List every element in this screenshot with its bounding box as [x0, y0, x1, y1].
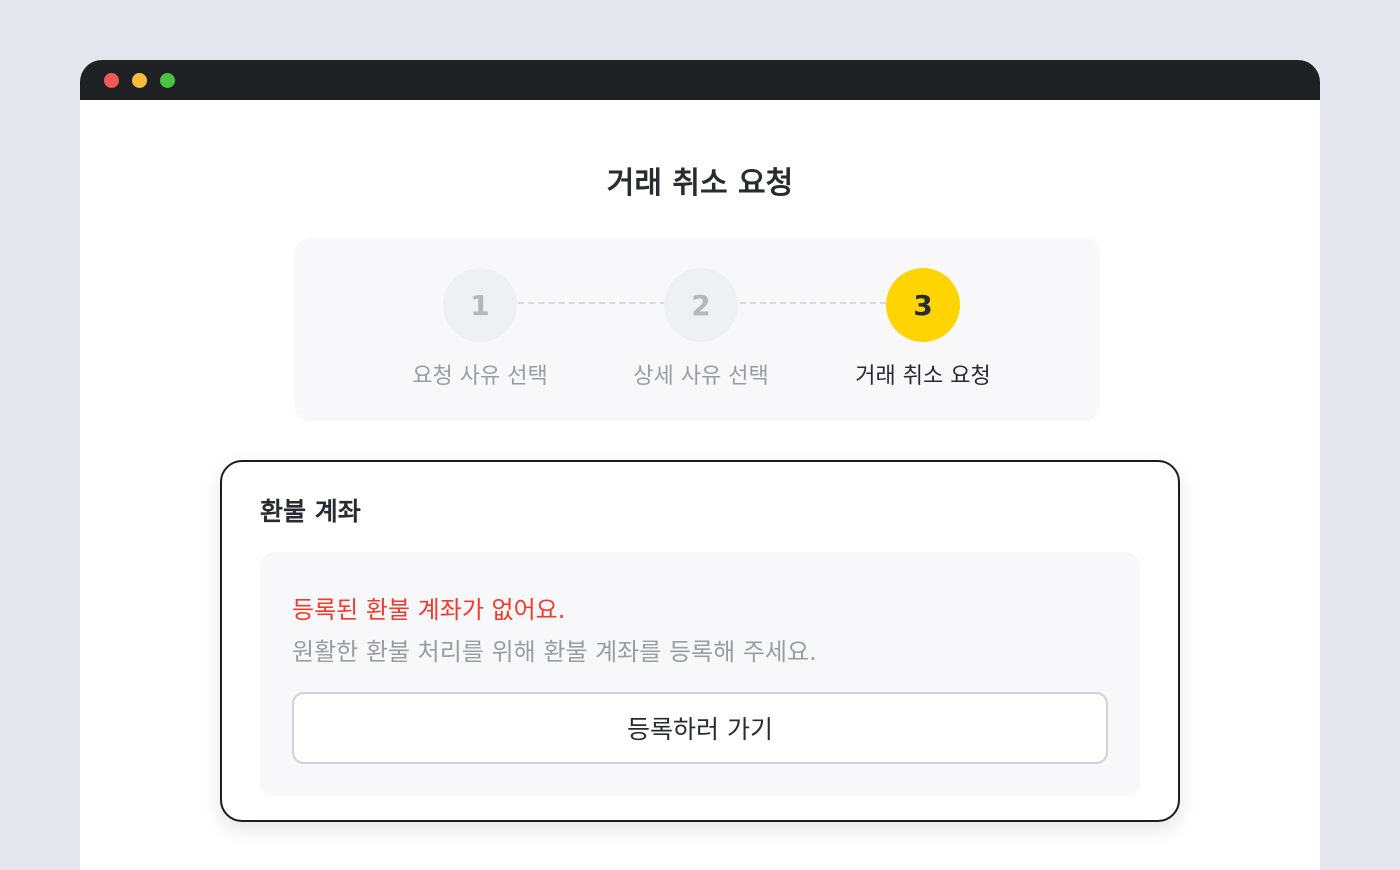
step-1: 1 요청 사유 선택	[380, 268, 580, 390]
refund-account-title: 환불 계좌	[260, 497, 361, 526]
step-2-circle: 2	[664, 268, 738, 342]
maximize-dot[interactable]	[160, 72, 175, 88]
step-1-circle: 1	[443, 268, 517, 342]
step-3-label: 거래 취소 요청	[855, 364, 991, 389]
step-3-circle: 3	[886, 268, 960, 342]
close-dot[interactable]	[104, 72, 119, 88]
register-help-message: 원활한 환불 처리를 위해 환불 계좌를 등록해 주세요.	[292, 638, 817, 666]
step-3: 3 거래 취소 요청	[823, 268, 1023, 390]
page-title: 거래 취소 요청	[606, 166, 794, 201]
progress-stepper: 1 요청 사유 선택 2 상세 사유 선택 3 거래 취소 요청	[294, 238, 1100, 421]
step-2-label: 상세 사유 선택	[633, 364, 769, 389]
minimize-dot[interactable]	[132, 72, 147, 88]
register-account-button[interactable]: 등록하러 가기	[292, 692, 1108, 764]
window-titlebar	[80, 60, 1320, 100]
refund-account-notice: 등록된 환불 계좌가 없어요. 원활한 환불 처리를 위해 환불 계좌를 등록해…	[260, 552, 1140, 796]
step-1-label: 요청 사유 선택	[412, 364, 548, 389]
browser-window: 거래 취소 요청 1 요청 사유 선택 2 상세 사유 선택 3 거래 취소 요…	[80, 60, 1320, 870]
no-account-error-message: 등록된 환불 계좌가 없어요.	[292, 596, 566, 624]
step-2: 2 상세 사유 선택	[601, 268, 801, 390]
refund-account-card: 환불 계좌 등록된 환불 계좌가 없어요. 원활한 환불 처리를 위해 환불 계…	[220, 460, 1180, 822]
